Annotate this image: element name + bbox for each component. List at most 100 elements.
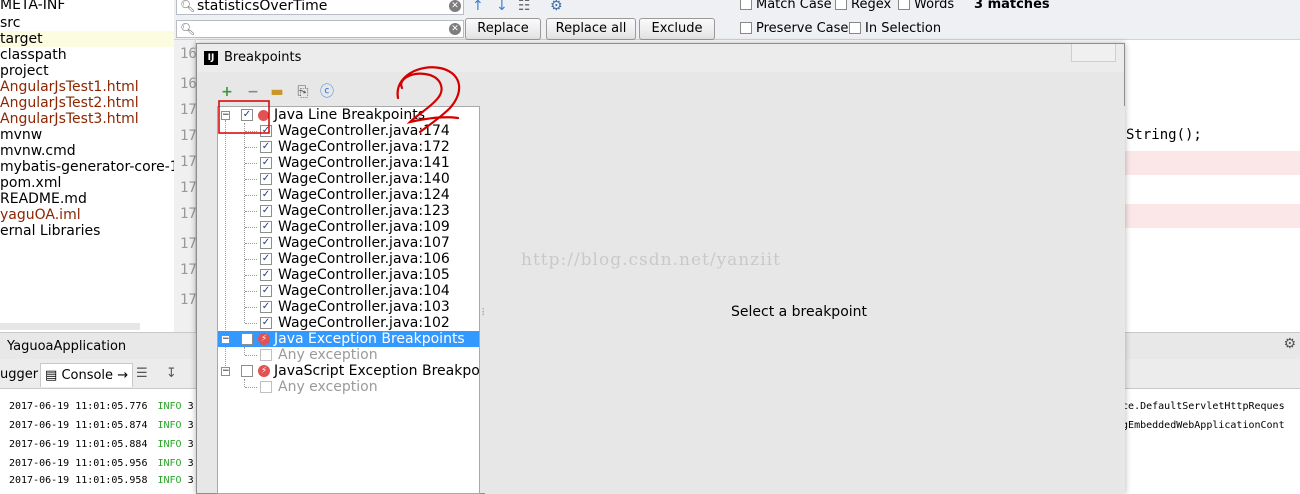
remove-icon[interactable]: −	[245, 84, 261, 100]
replace-button[interactable]: Replace	[465, 18, 541, 40]
collapse-icon[interactable]: −	[221, 335, 230, 344]
breakpoint-group-java-line[interactable]: − ✓ Java Line Breakpoints	[218, 107, 479, 123]
breakpoint-checkbox[interactable]: ✓	[260, 141, 272, 153]
tree-item[interactable]: mvnw.cmd	[0, 143, 76, 159]
breakpoint-item[interactable]: ✓ WageController.java:102	[218, 315, 479, 331]
breakpoint-checkbox[interactable]: ✓	[260, 317, 272, 329]
breakpoint-checkbox[interactable]: ✓	[260, 301, 272, 313]
tree-item[interactable]: META-INF	[0, 0, 65, 13]
gear-icon[interactable]: ⚙	[550, 0, 563, 14]
tree-item[interactable]: AngularJsTest3.html	[0, 111, 139, 127]
tree-item[interactable]: target	[0, 31, 174, 47]
scroll-to-end-icon[interactable]: ↧	[166, 366, 177, 381]
tree-item[interactable]: AngularJsTest2.html	[0, 95, 139, 111]
close-button[interactable]	[1071, 44, 1116, 62]
project-tree[interactable]: META-INF src target classpath project An…	[0, 0, 174, 330]
folder-icon[interactable]: ▬	[269, 84, 285, 100]
tree-connector	[245, 355, 257, 356]
breakpoint-group-javascript-exception[interactable]: − ⚡︎ JavaScript Exception Breakpoir	[218, 363, 479, 379]
match-count: 3 matches	[974, 0, 1050, 12]
replace-input[interactable]: 🔍︎ ✕	[176, 20, 464, 38]
tab-console[interactable]: ▤ Console →	[40, 363, 134, 387]
checkbox-box	[740, 22, 752, 34]
tree-item[interactable]: mvnw	[0, 127, 42, 143]
in-selection-checkbox[interactable]: In Selection	[849, 22, 941, 36]
tree-item[interactable]: ernal Libraries	[0, 223, 100, 239]
breakpoint-checkbox[interactable]: ✓	[260, 173, 272, 185]
tree-item[interactable]: pom.xml	[0, 175, 61, 191]
tree-connector	[245, 179, 257, 180]
breakpoint-group-java-exception[interactable]: − ⚡︎ Java Exception Breakpoints	[218, 331, 479, 347]
clear-search-icon[interactable]: ✕	[449, 0, 461, 12]
preserve-case-checkbox[interactable]: Preserve Case	[740, 22, 848, 36]
breakpoint-item[interactable]: ✓ WageController.java:104	[218, 283, 479, 299]
breakpoint-checkbox[interactable]: ✓	[260, 205, 272, 217]
breakpoint-item[interactable]: ✓ WageController.java:107	[218, 235, 479, 251]
breakpoint-checkbox[interactable]: ✓	[260, 237, 272, 249]
line-number: 17	[180, 292, 197, 308]
breakpoint-item[interactable]: ✓ WageController.java:141	[218, 155, 479, 171]
regex-checkbox[interactable]: Regex	[835, 0, 891, 12]
dialog-titlebar[interactable]: IJ Breakpoints	[197, 44, 1124, 72]
breakpoint-item[interactable]: ✓ WageController.java:103	[218, 299, 479, 315]
breakpoint-checkbox[interactable]: ✓	[260, 221, 272, 233]
line-number: 17	[180, 262, 197, 278]
tree-item[interactable]: src	[0, 15, 20, 31]
breakpoint-item[interactable]: ✓ WageController.java:106	[218, 251, 479, 267]
tree-item[interactable]: AngularJsTest1.html	[0, 79, 139, 95]
dialog-title: Breakpoints	[224, 50, 302, 65]
breakpoint-item[interactable]: ✓ WageController.java:109	[218, 219, 479, 235]
copy-icon[interactable]: ⎘	[295, 84, 311, 100]
breakpoint-checkbox[interactable]: ✓	[260, 125, 272, 137]
breakpoint-item[interactable]: ✓ WageController.java:174	[218, 123, 479, 139]
line-number: 17	[180, 128, 197, 144]
previous-occurrence-icon[interactable]: ↑	[472, 0, 484, 14]
replace-all-button[interactable]: Replace all	[546, 18, 636, 40]
match-case-checkbox[interactable]: Match Case	[740, 0, 832, 12]
checkbox-box	[898, 0, 910, 10]
breakpoint-item[interactable]: ✓ WageController.java:123	[218, 203, 479, 219]
breakpoint-checkbox[interactable]	[260, 381, 272, 393]
select-all-occurrences-icon[interactable]: ☷	[518, 0, 531, 14]
line-number: 16	[180, 46, 197, 62]
breakpoint-checkbox[interactable]: ✓	[260, 285, 272, 297]
log-line: 2017-06-19 11:01:05.956 INFO 3	[9, 458, 194, 469]
view-icon[interactable]: ⓒ	[319, 84, 335, 100]
breakpoint-checkbox[interactable]: ✓	[260, 269, 272, 281]
breakpoint-checkbox[interactable]	[260, 349, 272, 361]
add-icon[interactable]: +	[219, 84, 235, 100]
tree-item[interactable]: classpath	[0, 47, 67, 63]
log-line: 2017-06-19 11:01:05.776 INFO 3	[9, 401, 194, 412]
group-checkbox[interactable]: ✓	[241, 109, 253, 121]
exclude-button[interactable]: Exclude	[639, 18, 715, 40]
gear-icon[interactable]: ⚙	[1283, 336, 1296, 352]
breakpoint-item[interactable]: Any exception	[218, 379, 479, 395]
group-checkbox[interactable]	[241, 333, 253, 345]
group-checkbox[interactable]	[241, 365, 253, 377]
tab-debugger[interactable]: ugger	[0, 363, 42, 387]
breakpoint-checkbox[interactable]: ✓	[260, 189, 272, 201]
breakpoint-item[interactable]: ✓ WageController.java:140	[218, 171, 479, 187]
search-input[interactable]: 🔍︎ statisticsOverTime ✕	[176, 0, 464, 15]
line-breakpoint-icon	[258, 110, 269, 121]
breakpoint-item[interactable]: ✓ WageController.java:105	[218, 267, 479, 283]
breakpoint-item[interactable]: ✓ WageController.java:124	[218, 187, 479, 203]
breakpoint-checkbox[interactable]: ✓	[260, 253, 272, 265]
collapse-icon[interactable]: −	[221, 367, 230, 376]
tree-item[interactable]: project	[0, 63, 49, 79]
collapse-icon[interactable]: −	[221, 111, 230, 120]
words-checkbox[interactable]: Words	[898, 0, 954, 12]
breakpoints-tree[interactable]: − ✓ Java Line Breakpoints ✓ WageControlle…	[217, 106, 480, 494]
breakpoints-dialog: IJ Breakpoints + − ▬ ⎘ ⓒ − ✓ Java Line B…	[196, 43, 1125, 494]
tree-item[interactable]: mybatis-generator-core-1.	[0, 159, 174, 175]
tree-item[interactable]: yaguOA.iml	[0, 207, 81, 223]
tree-scrollbar[interactable]	[0, 323, 140, 330]
breakpoint-checkbox[interactable]: ✓	[260, 157, 272, 169]
tree-item[interactable]: README.md	[0, 191, 87, 207]
breakpoint-item[interactable]: ✓ WageController.java:172	[218, 139, 479, 155]
breakpoint-item[interactable]: Any exception	[218, 347, 479, 363]
clear-replace-icon[interactable]: ✕	[449, 23, 461, 35]
next-occurrence-icon[interactable]: ↓	[496, 0, 508, 14]
console-icon: ▤	[45, 368, 58, 383]
tree-view-icon[interactable]: ☰	[136, 366, 148, 381]
